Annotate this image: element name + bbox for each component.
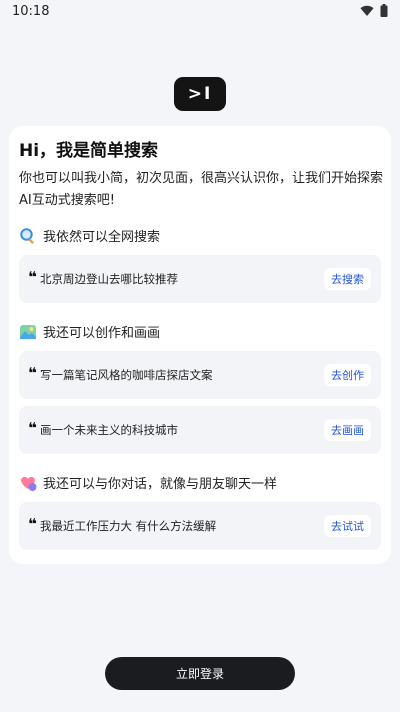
chat-bubbles-icon [19,474,37,492]
suggestion-create-2[interactable]: ❝ 画一个未来主义的科技城市 去画画 [19,406,381,454]
suggestion-text: 我最近工作压力大 有什么方法缓解 [40,519,217,533]
magnifier-icon [19,227,37,245]
go-draw-button[interactable]: 去画画 [324,419,371,441]
suggestion-chat-1[interactable]: ❝ 我最近工作压力大 有什么方法缓解 去试试 [19,502,381,550]
section-chat-label: 我还可以与你对话，就像与朋友聊天一样 [43,477,278,492]
quote-icon: ❝ [28,364,37,382]
battery-icon [380,4,388,17]
go-search-button[interactable]: 去搜索 [324,268,371,290]
go-create-button[interactable]: 去创作 [324,364,371,386]
suggestion-text: 画一个未来主义的科技城市 [40,423,178,437]
section-search-heading: 我依然可以全网搜索 [19,226,160,245]
quote-icon: ❝ [28,515,37,533]
section-search-label: 我依然可以全网搜索 [43,230,161,245]
wifi-icon [360,5,374,17]
section-chat-heading: 我还可以与你对话，就像与朋友聊天一样 [19,473,277,492]
intro-text: 你也可以叫我小简，初次见面，很高兴认识你，让我们开始探索AI互动式搜索吧! [19,171,384,208]
section-create-heading: 我还可以创作和画画 [19,322,160,341]
quote-icon: ❝ [28,268,37,286]
login-button[interactable]: 立即登录 [105,657,295,690]
status-icons [360,4,388,17]
greeting-title: Hi，我是简单搜索 [19,141,159,161]
app-logo: >I [174,77,226,111]
suggestion-search-1[interactable]: ❝ 北京周边登山去哪比较推荐 去搜索 [19,255,381,303]
quote-icon: ❝ [28,419,37,437]
section-create-label: 我还可以创作和画画 [43,326,161,341]
status-bar: 10:18 [0,0,400,24]
status-time: 10:18 [12,4,50,19]
suggestion-text: 北京周边登山去哪比较推荐 [40,272,178,286]
suggestion-create-1[interactable]: ❝ 写一篇笔记风格的咖啡店探店文案 去创作 [19,351,381,399]
picture-icon [19,323,37,341]
go-try-button[interactable]: 去试试 [324,515,371,537]
suggestion-text: 写一篇笔记风格的咖啡店探店文案 [40,368,213,382]
